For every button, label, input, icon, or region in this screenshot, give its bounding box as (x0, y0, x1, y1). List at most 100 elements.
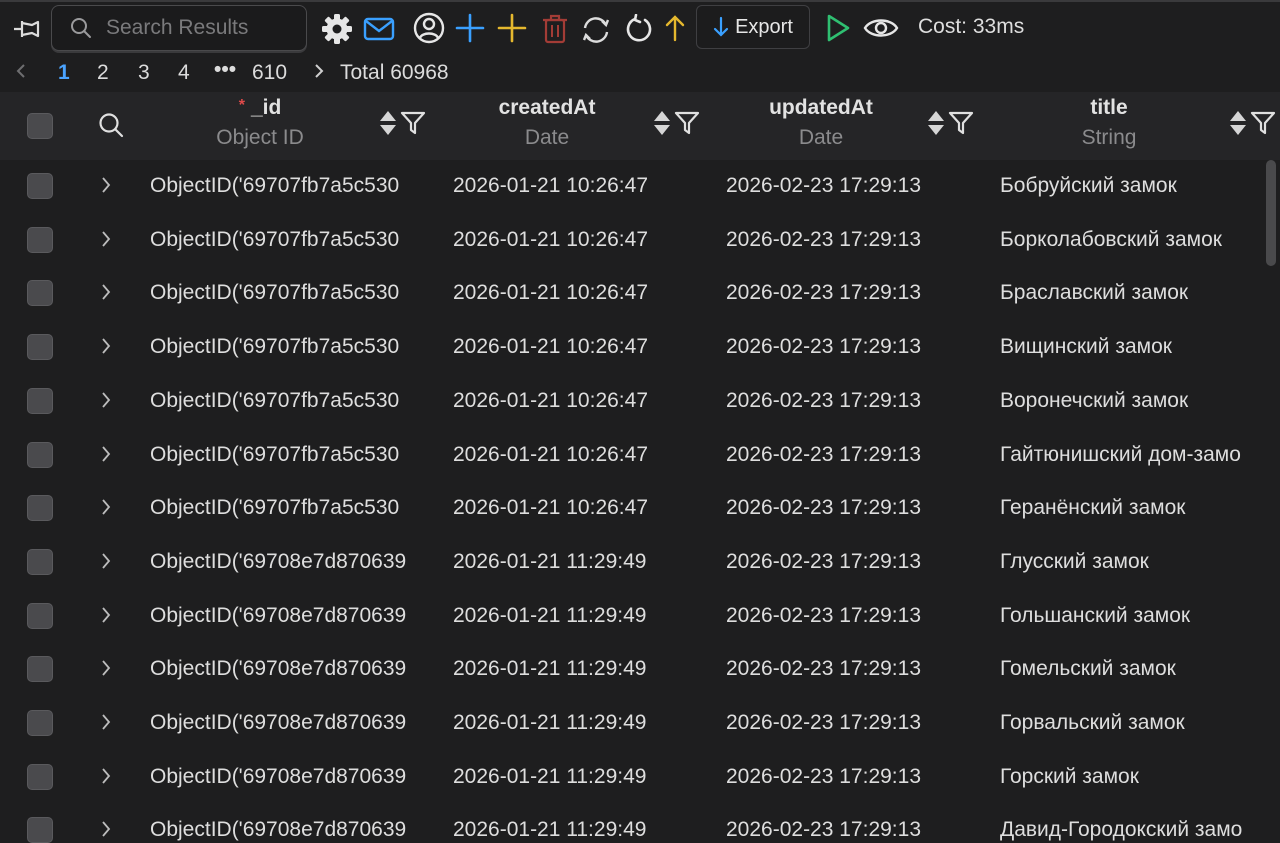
cell-title[interactable]: Геранёнский замок (1000, 496, 1268, 520)
cell-createdat[interactable]: 2026-01-21 10:26:47 (453, 174, 723, 198)
add-field-icon[interactable] (496, 12, 528, 44)
next-page-icon[interactable] (312, 60, 326, 88)
cell-updatedat[interactable]: 2026-02-23 17:29:13 (726, 228, 996, 252)
eye-icon[interactable] (862, 14, 900, 42)
row-checkbox[interactable] (27, 173, 53, 199)
column-title-header[interactable]: title (1034, 96, 1184, 120)
table-row[interactable]: ObjectID('69707fb7a5c530 2026-01-21 10:26… (0, 482, 1280, 536)
search-results-input[interactable] (106, 16, 296, 40)
cell-id[interactable]: ObjectID('69708e7d870639 (150, 711, 435, 735)
page-3[interactable]: 3 (138, 61, 150, 85)
row-checkbox[interactable] (27, 387, 53, 414)
expand-row-icon[interactable] (100, 390, 112, 416)
cell-id[interactable]: ObjectID('69707fb7a5c530 (150, 174, 435, 198)
expand-row-icon[interactable] (100, 282, 112, 308)
cell-title[interactable]: Глусский замок (1000, 550, 1268, 574)
cell-updatedat[interactable]: 2026-02-23 17:29:13 (726, 335, 996, 359)
column-id-header[interactable]: * _id (200, 96, 320, 120)
cell-createdat[interactable]: 2026-01-21 10:26:47 (453, 281, 723, 305)
row-checkbox[interactable] (27, 280, 53, 307)
sort-icon[interactable] (652, 109, 672, 142)
column-updatedat-header[interactable]: updatedAt (746, 96, 896, 120)
cell-title[interactable]: Гомельский замок (1000, 657, 1268, 681)
expand-row-icon[interactable] (100, 175, 112, 201)
table-row[interactable]: ObjectID('69707fb7a5c530 2026-01-21 10:26… (0, 429, 1280, 483)
cell-title[interactable]: Горский замок (1000, 765, 1268, 789)
mail-icon[interactable] (362, 12, 396, 46)
row-checkbox[interactable] (27, 441, 53, 468)
cell-updatedat[interactable]: 2026-02-23 17:29:13 (726, 604, 996, 628)
row-checkbox[interactable] (27, 334, 53, 361)
cell-id[interactable]: ObjectID('69708e7d870639 (150, 604, 435, 628)
expand-row-icon[interactable] (100, 551, 112, 577)
row-checkbox[interactable] (27, 656, 53, 683)
search-results-field[interactable] (51, 5, 307, 51)
cell-title[interactable]: Браславский замок (1000, 281, 1268, 305)
page-1[interactable]: 1 (58, 61, 70, 85)
sort-icon[interactable] (926, 109, 946, 142)
gear-icon[interactable] (320, 12, 354, 46)
cell-title[interactable]: Вищинский замок (1000, 335, 1268, 359)
cell-id[interactable]: ObjectID('69707fb7a5c530 (150, 335, 435, 359)
page-last[interactable]: 610 (252, 61, 287, 85)
cell-title[interactable]: Горвальский замок (1000, 711, 1268, 735)
cell-updatedat[interactable]: 2026-02-23 17:29:13 (726, 389, 996, 413)
prev-page-icon[interactable] (14, 60, 28, 88)
cell-id[interactable]: ObjectID('69707fb7a5c530 (150, 496, 435, 520)
table-row[interactable]: ObjectID('69708e7d870639 2026-01-21 11:29… (0, 590, 1280, 644)
cell-title[interactable]: Гайтюнишский дом-замо (1000, 443, 1268, 467)
table-row[interactable]: ObjectID('69707fb7a5c530 2026-01-21 10:26… (0, 160, 1280, 214)
filter-icon[interactable] (948, 111, 974, 140)
table-row[interactable]: ObjectID('69708e7d870639 2026-01-21 11:29… (0, 804, 1280, 843)
cell-id[interactable]: ObjectID('69708e7d870639 (150, 765, 435, 789)
page-ellipsis[interactable]: ••• (214, 58, 236, 82)
sync-icon[interactable] (580, 14, 612, 46)
expand-row-icon[interactable] (100, 605, 112, 631)
cell-updatedat[interactable]: 2026-02-23 17:29:13 (726, 550, 996, 574)
cell-updatedat[interactable]: 2026-02-23 17:29:13 (726, 765, 996, 789)
page-2[interactable]: 2 (97, 61, 109, 85)
row-checkbox[interactable] (27, 495, 53, 522)
cell-id[interactable]: ObjectID('69707fb7a5c530 (150, 228, 435, 252)
cell-updatedat[interactable]: 2026-02-23 17:29:13 (726, 174, 996, 198)
cell-createdat[interactable]: 2026-01-21 10:26:47 (453, 389, 723, 413)
cell-id[interactable]: ObjectID('69708e7d870639 (150, 657, 435, 681)
sort-icon[interactable] (1228, 109, 1248, 142)
cell-createdat[interactable]: 2026-01-21 11:29:49 (453, 550, 723, 574)
row-checkbox[interactable] (27, 710, 53, 736)
table-row[interactable]: ObjectID('69708e7d870639 2026-01-21 11:29… (0, 643, 1280, 697)
cell-createdat[interactable]: 2026-01-21 10:26:47 (453, 496, 723, 520)
expand-row-icon[interactable] (100, 819, 112, 843)
cell-title[interactable]: Борколабовский замок (1000, 228, 1268, 252)
row-checkbox[interactable] (27, 602, 53, 629)
expand-row-icon[interactable] (100, 712, 112, 738)
cell-id[interactable]: ObjectID('69707fb7a5c530 (150, 281, 435, 305)
column-createdat-header[interactable]: createdAt (472, 96, 622, 120)
expand-row-icon[interactable] (100, 658, 112, 684)
cell-createdat[interactable]: 2026-01-21 11:29:49 (453, 711, 723, 735)
row-checkbox[interactable] (27, 548, 53, 575)
table-row[interactable]: ObjectID('69708e7d870639 2026-01-21 11:29… (0, 697, 1280, 751)
cell-createdat[interactable]: 2026-01-21 11:29:49 (453, 604, 723, 628)
expand-row-icon[interactable] (100, 229, 112, 255)
cell-createdat[interactable]: 2026-01-21 11:29:49 (453, 765, 723, 789)
table-row[interactable]: ObjectID('69707fb7a5c530 2026-01-21 10:26… (0, 321, 1280, 375)
expand-row-icon[interactable] (100, 444, 112, 470)
sort-icon[interactable] (378, 109, 398, 142)
cell-createdat[interactable]: 2026-01-21 10:26:47 (453, 228, 723, 252)
column-search-icon[interactable] (98, 112, 124, 143)
expand-row-icon[interactable] (100, 336, 112, 362)
filter-icon[interactable] (1250, 111, 1276, 140)
pin-icon[interactable] (12, 14, 42, 44)
up-arrow-icon[interactable] (664, 12, 686, 44)
cell-id[interactable]: ObjectID('69707fb7a5c530 (150, 389, 435, 413)
cell-title[interactable]: Давид-Городокский замо (1000, 818, 1268, 842)
run-icon[interactable] (824, 12, 852, 44)
table-row[interactable]: ObjectID('69708e7d870639 2026-01-21 11:29… (0, 536, 1280, 590)
cell-updatedat[interactable]: 2026-02-23 17:29:13 (726, 711, 996, 735)
cell-updatedat[interactable]: 2026-02-23 17:29:13 (726, 443, 996, 467)
table-row[interactable]: ObjectID('69707fb7a5c530 2026-01-21 10:26… (0, 375, 1280, 429)
expand-row-icon[interactable] (100, 766, 112, 792)
refresh-icon[interactable] (624, 13, 654, 45)
cell-title[interactable]: Бобруйский замок (1000, 174, 1268, 198)
